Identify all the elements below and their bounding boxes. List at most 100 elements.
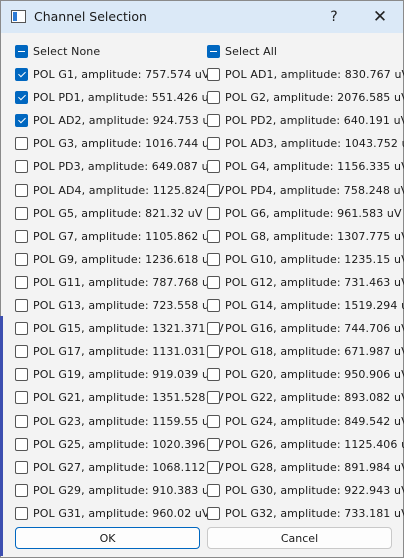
channel-checkbox[interactable]: POL G21, amplitude: 1351.528 uV [15, 387, 224, 407]
channel-checkbox[interactable]: POL G3, amplitude: 1016.744 uV [15, 133, 217, 153]
channel-label: POL G29, amplitude: 910.383 uV [33, 483, 217, 497]
channel-checkbox[interactable]: POL PD4, amplitude: 758.248 uV [207, 180, 404, 200]
channel-label: POL G21, amplitude: 1351.528 uV [33, 390, 224, 404]
channel-checkbox[interactable]: POL G14, amplitude: 1519.294 uV [207, 295, 404, 315]
title-bar: Channel Selection ? ✕ [1, 1, 403, 33]
channel-label: POL PD1, amplitude: 551.426 uV [33, 90, 217, 104]
channel-label: POL G31, amplitude: 960.02 uV [33, 506, 210, 520]
channel-checkbox[interactable]: POL G18, amplitude: 671.987 uV [207, 341, 404, 361]
tristate-checkbox-icon [207, 44, 220, 58]
cancel-button[interactable]: Cancel [207, 527, 392, 549]
channel-checkbox[interactable]: POL AD2, amplitude: 924.753 uV [15, 110, 217, 130]
channel-checkbox[interactable]: POL G7, amplitude: 1105.862 uV [15, 226, 217, 246]
select-none-checkbox[interactable]: Select None [15, 41, 100, 61]
channel-label: POL G4, amplitude: 1156.335 uV [225, 159, 404, 173]
unchecked-checkbox-icon [207, 159, 220, 173]
channel-checkbox[interactable]: POL G20, amplitude: 950.906 uV [207, 364, 404, 384]
channel-label: POL G5, amplitude: 821.32 uV [33, 206, 203, 220]
channel-label: POL G9, amplitude: 1236.618 uV [33, 252, 217, 266]
select-all-label: Select All [225, 44, 278, 58]
channel-checkbox[interactable]: POL G27, amplitude: 1068.112 uV [15, 457, 224, 477]
channel-label: POL G19, amplitude: 919.039 uV [33, 367, 217, 381]
unchecked-checkbox-icon [207, 67, 220, 81]
channel-checkbox[interactable]: POL G24, amplitude: 849.542 uV [207, 411, 404, 431]
channel-checkbox[interactable]: POL AD4, amplitude: 1125.824 uV [15, 180, 224, 200]
channel-checkbox[interactable]: POL G5, amplitude: 821.32 uV [15, 203, 203, 223]
unchecked-checkbox-icon [207, 437, 220, 451]
channel-checkbox[interactable]: POL G4, amplitude: 1156.335 uV [207, 156, 404, 176]
unchecked-checkbox-icon [15, 460, 28, 474]
channel-checkbox[interactable]: POL G23, amplitude: 1159.55 uV [15, 411, 217, 431]
channel-label: POL G13, amplitude: 723.558 uV [33, 298, 217, 312]
channel-checkbox[interactable]: POL PD3, amplitude: 649.087 uV [15, 156, 216, 176]
unchecked-checkbox-icon [15, 367, 28, 381]
channel-checkbox[interactable]: POL G28, amplitude: 891.984 uV [207, 457, 404, 477]
channel-label: POL AD2, amplitude: 924.753 uV [33, 113, 218, 127]
channel-checkbox[interactable]: POL G17, amplitude: 1131.031 uV [15, 341, 224, 361]
channel-label: POL G24, amplitude: 849.542 uV [225, 414, 404, 428]
channel-checkbox[interactable]: POL G6, amplitude: 961.583 uV [207, 203, 402, 223]
unchecked-checkbox-icon [207, 113, 220, 127]
channel-checkbox[interactable]: POL G10, amplitude: 1235.15 uV [207, 249, 404, 269]
checked-checkbox-icon [15, 90, 28, 104]
channel-label: POL G30, amplitude: 922.943 uV [225, 483, 404, 497]
unchecked-checkbox-icon [207, 252, 220, 266]
unchecked-checkbox-icon [15, 437, 28, 451]
tristate-checkbox-icon [15, 44, 28, 58]
unchecked-checkbox-icon [15, 206, 28, 220]
unchecked-checkbox-icon [207, 483, 220, 497]
channel-label: POL G18, amplitude: 671.987 uV [225, 344, 404, 358]
channel-checkbox[interactable]: POL G29, amplitude: 910.383 uV [15, 480, 217, 500]
channel-checkbox[interactable]: POL PD2, amplitude: 640.191 uV [207, 110, 404, 130]
channel-checkbox[interactable]: POL G31, amplitude: 960.02 uV [15, 503, 210, 523]
channel-checkbox[interactable]: POL G26, amplitude: 1125.406 uV [207, 434, 404, 454]
channel-label: POL G2, amplitude: 2076.585 uV [225, 90, 404, 104]
checked-checkbox-icon [15, 113, 28, 127]
channel-checkbox[interactable]: POL G22, amplitude: 893.082 uV [207, 387, 404, 407]
channel-checkbox[interactable]: POL G30, amplitude: 922.943 uV [207, 480, 404, 500]
channel-label: POL AD3, amplitude: 1043.752 uV [225, 136, 404, 150]
unchecked-checkbox-icon [207, 367, 220, 381]
unchecked-checkbox-icon [207, 390, 220, 404]
unchecked-checkbox-icon [15, 136, 28, 150]
channel-label: POL G23, amplitude: 1159.55 uV [33, 414, 217, 428]
channel-label: POL G26, amplitude: 1125.406 uV [225, 437, 404, 451]
unchecked-checkbox-icon [15, 506, 28, 520]
app-window-icon [11, 10, 26, 23]
ok-button[interactable]: OK [15, 527, 200, 549]
background-window-edge [0, 316, 3, 556]
unchecked-checkbox-icon [207, 136, 220, 150]
unchecked-checkbox-icon [15, 275, 28, 289]
channel-selection-dialog: Channel Selection ? ✕ Select None Select… [0, 0, 404, 558]
select-none-label: Select None [33, 44, 101, 58]
unchecked-checkbox-icon [207, 460, 220, 474]
channel-checkbox[interactable]: POL G11, amplitude: 787.768 uV [15, 272, 217, 292]
channel-checkbox[interactable]: POL AD3, amplitude: 1043.752 uV [207, 133, 404, 153]
channel-checkbox[interactable]: POL G16, amplitude: 744.706 uV [207, 318, 404, 338]
channel-checkbox[interactable]: POL G25, amplitude: 1020.396 uV [15, 434, 224, 454]
unchecked-checkbox-icon [207, 275, 220, 289]
channel-checkbox[interactable]: POL G32, amplitude: 733.181 uV [207, 503, 404, 523]
channel-checkbox[interactable]: POL AD1, amplitude: 830.767 uV [207, 64, 404, 84]
channel-label: POL G1, amplitude: 757.574 uV [33, 67, 210, 81]
channel-checkbox[interactable]: POL G2, amplitude: 2076.585 uV [207, 87, 404, 107]
channel-checkbox[interactable]: POL G9, amplitude: 1236.618 uV [15, 249, 217, 269]
help-button[interactable]: ? [311, 1, 357, 33]
channel-checkbox[interactable]: POL G19, amplitude: 919.039 uV [15, 364, 217, 384]
channel-label: POL G20, amplitude: 950.906 uV [225, 367, 404, 381]
channel-label: POL G22, amplitude: 893.082 uV [225, 390, 404, 404]
channel-label: POL G32, amplitude: 733.181 uV [225, 506, 404, 520]
close-button[interactable]: ✕ [357, 1, 403, 33]
channel-label: POL PD2, amplitude: 640.191 uV [225, 113, 404, 127]
unchecked-checkbox-icon [207, 229, 220, 243]
channel-checkbox[interactable]: POL G13, amplitude: 723.558 uV [15, 295, 217, 315]
unchecked-checkbox-icon [207, 414, 220, 428]
select-all-checkbox[interactable]: Select All [207, 41, 277, 61]
channel-checkbox[interactable]: POL PD1, amplitude: 551.426 uV [15, 87, 216, 107]
unchecked-checkbox-icon [207, 206, 220, 220]
channel-checkbox[interactable]: POL G1, amplitude: 757.574 uV [15, 64, 210, 84]
unchecked-checkbox-icon [207, 298, 220, 312]
channel-checkbox[interactable]: POL G15, amplitude: 1321.371 uV [15, 318, 224, 338]
channel-checkbox[interactable]: POL G8, amplitude: 1307.775 uV [207, 226, 404, 246]
channel-checkbox[interactable]: POL G12, amplitude: 731.463 uV [207, 272, 404, 292]
